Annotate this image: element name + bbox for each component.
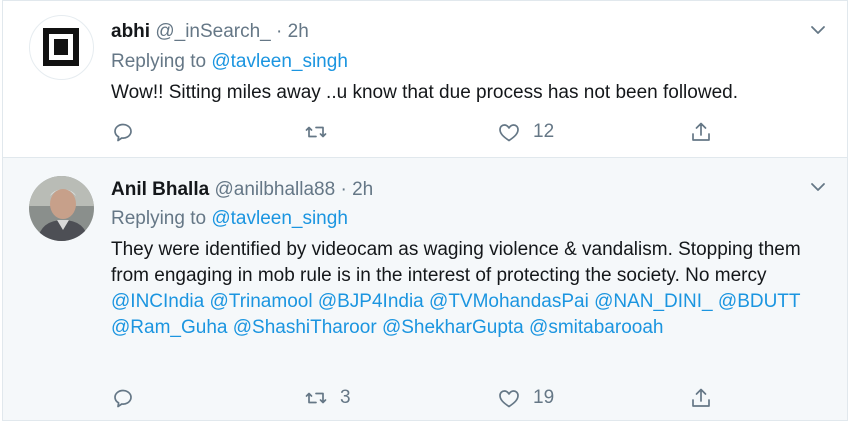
tweet-text-plain: They were identified by videocam as wagi… xyxy=(111,239,801,286)
share-button[interactable] xyxy=(689,383,713,413)
share-icon xyxy=(692,122,710,141)
retweet-count: 3 xyxy=(340,387,351,408)
separator-dot: · xyxy=(340,179,347,200)
heart-icon xyxy=(499,124,519,142)
display-name[interactable]: abhi xyxy=(111,21,150,42)
mention-link[interactable]: @ShashiTharoor xyxy=(233,317,377,338)
replying-label: Replying to xyxy=(111,51,207,72)
mention-link[interactable]: @BJP4India xyxy=(318,291,424,312)
timestamp[interactable]: 2h xyxy=(288,21,309,42)
chevron-down-icon[interactable] xyxy=(809,178,827,196)
mention-link[interactable]: @NAN_DINI_ xyxy=(594,291,713,312)
share-icon xyxy=(692,388,710,407)
user-handle[interactable]: @_inSearch_ xyxy=(155,21,270,42)
avatar[interactable] xyxy=(29,15,94,80)
tweet-header: abhi @_inSearch_ · 2h xyxy=(111,21,309,43)
mention-link[interactable]: @BDUTT xyxy=(718,291,800,312)
replying-to: Replying to @tavleen_singh xyxy=(111,51,348,73)
mention-link[interactable]: @TVMohandasPai xyxy=(429,291,589,312)
replying-to: Replying to @tavleen_singh xyxy=(111,208,348,230)
replying-to-link[interactable]: @tavleen_singh xyxy=(211,208,348,229)
reply-icon xyxy=(114,123,132,142)
retweet-button[interactable] xyxy=(304,117,328,147)
reply-button[interactable] xyxy=(111,383,135,413)
retweet-icon xyxy=(305,392,327,404)
timeline: abhi @_inSearch_ · 2h Replying to @tavle… xyxy=(2,0,848,421)
tweet-header: Anil Bhalla @anilbhalla88 · 2h xyxy=(111,179,373,201)
replying-label: Replying to xyxy=(111,208,207,229)
tweet-text: Wow!! Sitting miles away ..u know that d… xyxy=(111,82,738,103)
mention-link[interactable]: @INCIndia xyxy=(111,291,204,312)
user-handle[interactable]: @anilbhalla88 xyxy=(214,179,335,200)
tweet[interactable]: Anil Bhalla @anilbhalla88 · 2h Replying … xyxy=(3,158,847,420)
reply-icon xyxy=(114,389,132,408)
display-name[interactable]: Anil Bhalla xyxy=(111,179,209,200)
mention-link[interactable]: @Trinamool xyxy=(210,291,313,312)
like-count: 12 xyxy=(533,121,555,142)
avatar[interactable] xyxy=(29,176,94,241)
tweet[interactable]: abhi @_inSearch_ · 2h Replying to @tavle… xyxy=(3,1,847,158)
like-button[interactable]: 12 xyxy=(497,117,554,147)
timestamp[interactable]: 2h xyxy=(352,179,373,200)
reply-button[interactable] xyxy=(111,117,135,147)
qr-logo-avatar-image xyxy=(43,28,79,66)
mention-link[interactable]: @Ram_Guha xyxy=(111,317,227,338)
like-button[interactable]: 19 xyxy=(497,383,554,413)
replying-to-link[interactable]: @tavleen_singh xyxy=(211,51,348,72)
retweet-icon xyxy=(305,126,327,138)
profile-photo-image xyxy=(29,176,94,241)
chevron-down-icon[interactable] xyxy=(809,21,827,39)
tweet-actions: 3 19 xyxy=(111,383,731,413)
retweet-button[interactable]: 3 xyxy=(304,383,351,413)
mention-link[interactable]: @ShekharGupta xyxy=(382,317,524,338)
share-button[interactable] xyxy=(689,117,713,147)
separator-dot: · xyxy=(276,21,283,42)
mention-link[interactable]: @smitabarooah xyxy=(529,317,663,338)
like-count: 19 xyxy=(533,387,555,408)
tweet-text: They were identified by videocam as wagi… xyxy=(111,237,831,341)
tweet-actions: 12 xyxy=(111,117,731,147)
heart-icon xyxy=(499,390,519,408)
